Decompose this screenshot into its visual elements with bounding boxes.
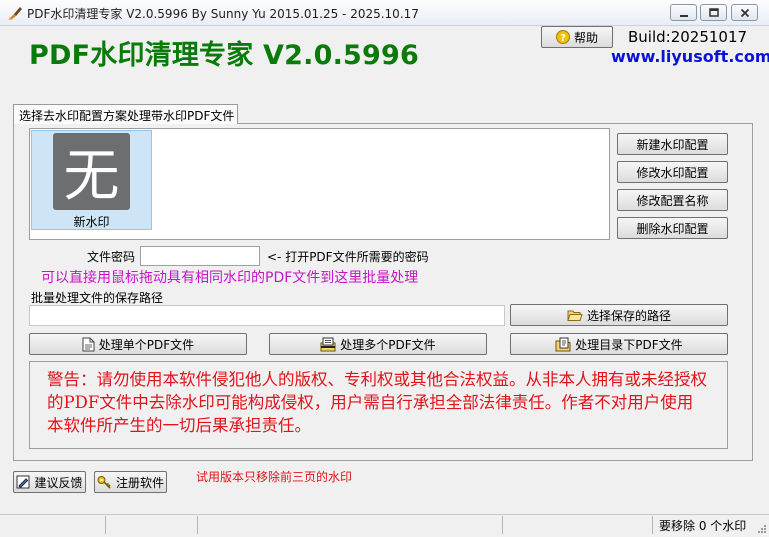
- legal-warning-text: 警告：请勿使用本软件侵犯他人的版权、专利权或其他合法权益。从非本人拥有或未经授权…: [47, 370, 707, 435]
- feedback-button[interactable]: 建议反馈: [13, 471, 86, 493]
- password-hint: <- 打开PDF文件所需要的密码: [267, 250, 429, 264]
- help-button[interactable]: ? 帮助: [541, 26, 613, 48]
- build-label: Build:20251017: [628, 28, 748, 46]
- tab-select-config[interactable]: 选择去水印配置方案处理带水印PDF文件: [13, 104, 238, 124]
- status-separator: [105, 516, 106, 534]
- folder-open-icon: [567, 310, 583, 321]
- process-directory-pdf-label: 处理目录下PDF文件: [575, 337, 683, 352]
- close-icon: [740, 8, 749, 17]
- rename-config-button[interactable]: 修改配置名称: [617, 189, 728, 211]
- choose-save-path-button[interactable]: 选择保存的路径: [510, 304, 728, 326]
- edit-config-button[interactable]: 修改水印配置: [617, 161, 728, 183]
- save-path-label: 批量处理文件的保存路径: [31, 291, 164, 305]
- window-title: PDF水印清理专家 V2.0.5996 By Sunny Yu 2015.01.…: [27, 7, 419, 21]
- maximize-button[interactable]: [700, 4, 727, 21]
- svg-text:?: ?: [560, 33, 566, 44]
- trial-note: 试用版本只移除前三页的水印: [196, 470, 353, 484]
- config-item-label: 新水印: [73, 215, 110, 229]
- process-single-pdf-label: 处理单个PDF文件: [98, 337, 195, 352]
- status-separator: [502, 516, 503, 534]
- delete-config-button[interactable]: 删除水印配置: [617, 217, 728, 239]
- password-label: 文件密码: [87, 250, 136, 264]
- status-separator: [197, 516, 198, 534]
- choose-save-path-label: 选择保存的路径: [586, 308, 671, 323]
- process-multiple-pdf-button[interactable]: 处理多个PDF文件: [269, 333, 487, 355]
- process-single-pdf-button[interactable]: 处理单个PDF文件: [29, 333, 247, 355]
- process-directory-pdf-button[interactable]: 处理目录下PDF文件: [510, 333, 728, 355]
- app-heading: PDF水印清理专家 V2.0.5996: [29, 40, 419, 71]
- stack-documents-icon: [320, 337, 336, 351]
- resize-grip-icon[interactable]: [756, 523, 767, 534]
- website-link[interactable]: www.liyusoft.com: [611, 47, 769, 66]
- watermark-profile-icon: 无: [53, 133, 130, 210]
- save-path-input[interactable]: [29, 305, 505, 326]
- feedback-icon: [16, 475, 30, 489]
- process-multiple-pdf-label: 处理多个PDF文件: [340, 337, 436, 352]
- maximize-icon: [708, 7, 719, 17]
- close-button[interactable]: [731, 4, 758, 21]
- key-icon: [97, 476, 111, 489]
- status-separator: [652, 516, 653, 534]
- minimize-icon: [679, 14, 688, 17]
- register-button[interactable]: 注册软件: [94, 471, 167, 493]
- status-bar: [0, 514, 769, 536]
- watermark-count-status: 要移除 0 个水印: [659, 519, 747, 533]
- drag-drop-hint: 可以直接用鼠标拖动具有相同水印的PDF文件到这里批量处理: [41, 270, 419, 286]
- minimize-button[interactable]: [670, 4, 697, 21]
- help-icon: ?: [555, 30, 570, 44]
- brush-icon: [7, 5, 23, 21]
- help-label: 帮助: [573, 30, 598, 45]
- register-label: 注册软件: [115, 475, 164, 490]
- document-icon: [82, 337, 95, 351]
- folder-document-icon: [555, 337, 571, 351]
- password-input[interactable]: [140, 246, 260, 266]
- feedback-label: 建议反馈: [34, 475, 83, 490]
- new-config-button[interactable]: 新建水印配置: [617, 133, 728, 155]
